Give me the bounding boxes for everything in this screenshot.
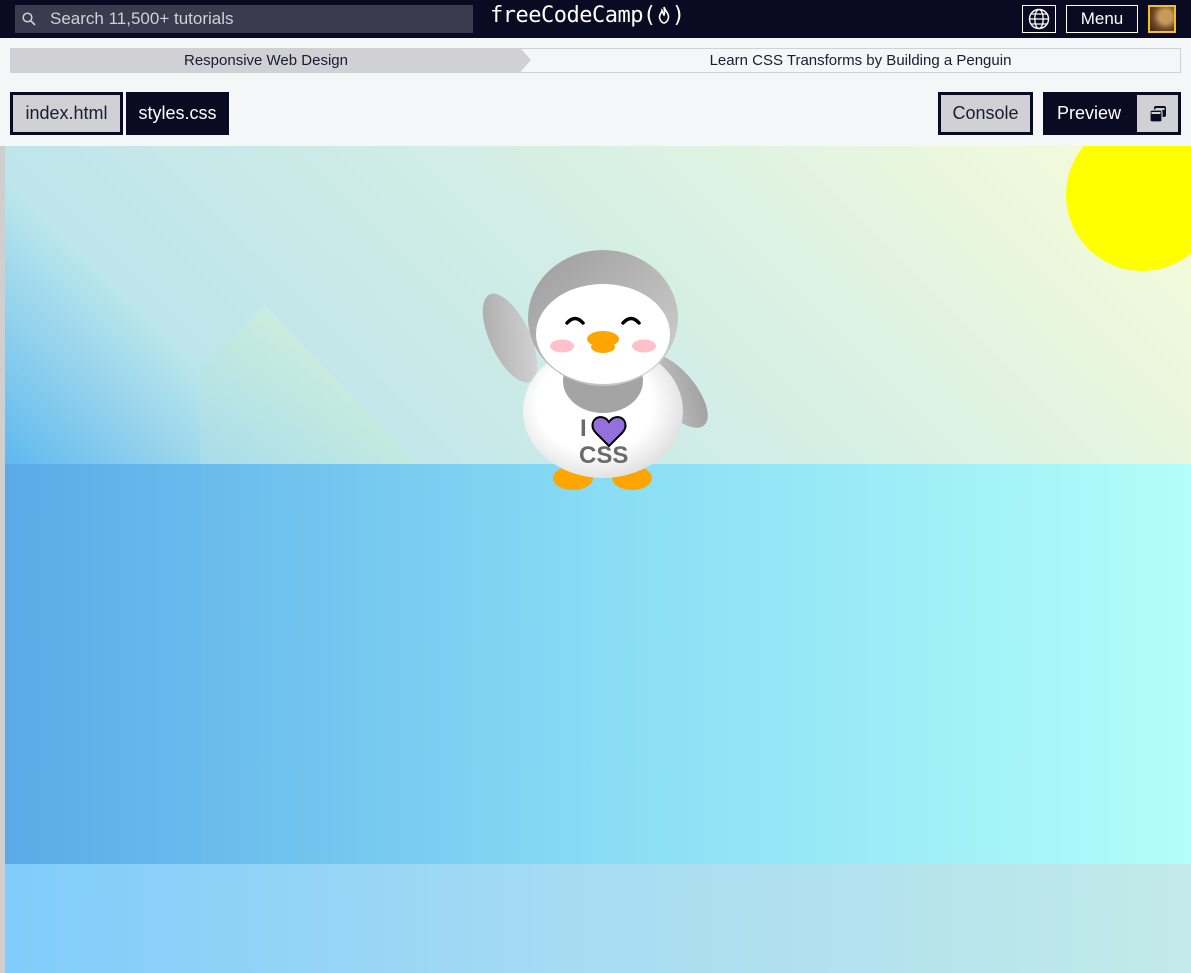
popout-window-icon xyxy=(1148,105,1166,123)
tab-styles-css[interactable]: styles.css xyxy=(126,92,229,135)
penguin-left-cheek xyxy=(550,339,574,353)
search-placeholder: Search 11,500+ tutorials xyxy=(50,9,234,28)
shirt-text-i: I xyxy=(580,415,587,442)
search-input[interactable]: Search 11,500+ tutorials xyxy=(15,5,473,33)
freecodecamp-logo[interactable]: freeCodeCamp() xyxy=(490,3,685,28)
breadcrumb-lesson[interactable]: Learn CSS Transforms by Building a Pengu… xyxy=(541,49,1180,72)
top-navigation-bar: Search 11,500+ tutorials freeCodeCamp() … xyxy=(0,0,1191,38)
ground xyxy=(5,464,1191,864)
shirt-text-css: CSS xyxy=(579,442,628,469)
console-button[interactable]: Console xyxy=(938,92,1033,135)
right-mountain xyxy=(200,306,420,466)
penguin: I CSS xyxy=(482,250,708,490)
breadcrumb: Responsive Web Design Learn CSS Transfor… xyxy=(10,48,1181,73)
menu-button[interactable]: Menu xyxy=(1066,5,1138,33)
penguin-right-cheek xyxy=(632,339,656,353)
sun xyxy=(1066,146,1191,271)
preview-button[interactable]: Preview xyxy=(1043,92,1181,135)
flame-icon xyxy=(658,6,670,24)
breadcrumb-separator xyxy=(521,49,531,71)
user-avatar[interactable] xyxy=(1148,5,1176,33)
penguin-beak-bottom xyxy=(591,341,615,353)
preview-label: Preview xyxy=(1057,103,1122,123)
search-icon xyxy=(22,12,36,26)
logo-text: freeCodeCamp xyxy=(490,3,643,28)
tab-index-html[interactable]: index.html xyxy=(10,92,123,135)
breadcrumb-superblock[interactable]: Responsive Web Design xyxy=(11,49,521,72)
globe-icon xyxy=(1028,8,1050,30)
popout-preview-button[interactable] xyxy=(1137,95,1178,132)
ground-lower-band xyxy=(5,864,1191,973)
language-button[interactable] xyxy=(1022,5,1056,33)
preview-pane: I CSS xyxy=(5,146,1191,973)
